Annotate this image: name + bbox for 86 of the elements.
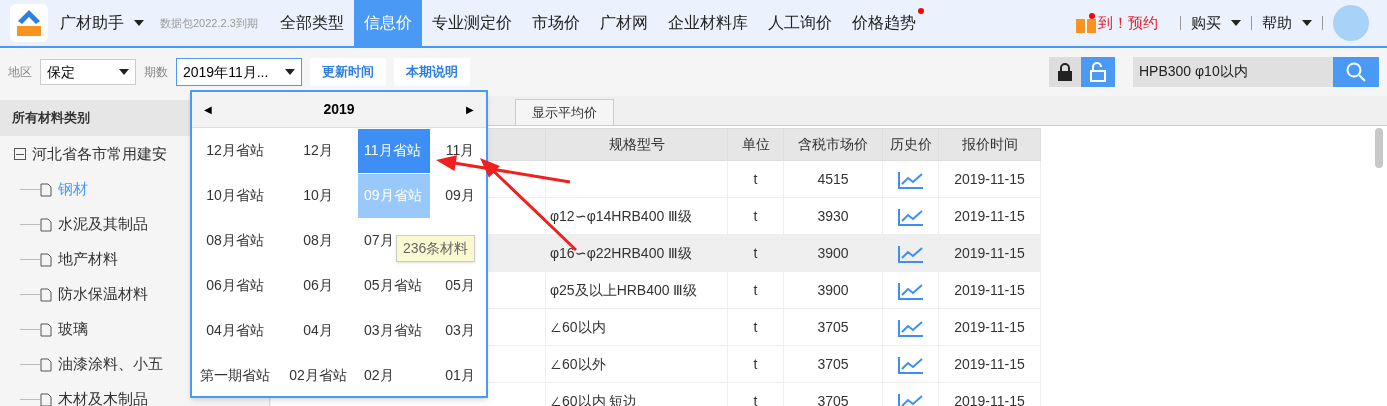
- scrollbar-thumb[interactable]: [1375, 128, 1383, 168]
- table-cell: 2019-11-15: [938, 160, 1041, 198]
- region-label: 地区: [8, 64, 32, 81]
- line-chart-icon[interactable]: [897, 318, 924, 337]
- nav-tab[interactable]: 广材网: [589, 0, 658, 46]
- table-cell: 3930: [783, 197, 883, 235]
- document-icon: [40, 217, 52, 232]
- table-cell: φ25及以上HRB400 Ⅲ级: [545, 271, 728, 309]
- search-icon: [1346, 62, 1366, 82]
- caret-icon: [1302, 20, 1312, 26]
- document-icon: [40, 322, 52, 337]
- document-icon: [40, 182, 52, 197]
- table-cell: 3900: [783, 234, 883, 272]
- tree-item[interactable]: 防水保温材料: [58, 283, 148, 306]
- app-name[interactable]: 广材助手: [60, 11, 124, 35]
- promo-text[interactable]: 到！预约: [1098, 11, 1170, 35]
- table-cell: 3705: [783, 345, 883, 383]
- table-cell: 4515: [783, 160, 883, 198]
- line-chart-icon[interactable]: [897, 207, 924, 226]
- table-cell: 2019-11-15: [938, 234, 1041, 272]
- table-cell: 2019-11-15: [938, 308, 1041, 346]
- unlock-icon: [1089, 62, 1107, 82]
- nav-tab[interactable]: 专业测定价: [421, 0, 522, 46]
- lock-icon: [1057, 62, 1073, 82]
- table-cell: 2019-11-15: [938, 345, 1041, 383]
- column-header: 规格型号: [545, 128, 728, 161]
- tree-item[interactable]: 地产材料: [58, 248, 118, 271]
- collapse-icon[interactable]: [14, 148, 26, 160]
- nav-tab[interactable]: 全部类型: [269, 0, 354, 46]
- document-icon: [40, 357, 52, 372]
- caret-icon: [134, 20, 144, 26]
- menu-button[interactable]: 帮助: [1262, 11, 1312, 35]
- table-cell: ∠60以内: [545, 308, 728, 346]
- line-chart-icon[interactable]: [897, 355, 924, 374]
- region-select[interactable]: 保定: [40, 59, 136, 85]
- document-icon: [40, 287, 52, 302]
- column-header: 含税市场价: [783, 128, 883, 161]
- year-label: 2019: [323, 100, 355, 119]
- table-cell: t: [727, 345, 784, 383]
- tree-item[interactable]: 水泥及其制品: [58, 213, 148, 236]
- table-cell: ∠60以外: [545, 345, 728, 383]
- caret-icon: [119, 69, 129, 75]
- tree-item[interactable]: 玻璃: [58, 318, 88, 341]
- line-chart-icon[interactable]: [897, 170, 924, 189]
- caret-icon: [1231, 20, 1241, 26]
- table-cell: t: [727, 271, 784, 309]
- line-chart-icon[interactable]: [897, 392, 924, 406]
- tree-item[interactable]: 木材及木制品: [58, 388, 148, 406]
- table-cell: t: [727, 197, 784, 235]
- document-icon: [40, 392, 52, 406]
- search-field[interactable]: HPB300 φ10以内: [1133, 57, 1333, 87]
- document-icon: [40, 252, 52, 267]
- expiry-text: 数据包2022.2.3到期: [160, 15, 258, 31]
- table-cell: t: [727, 234, 784, 272]
- line-chart-icon[interactable]: [897, 281, 924, 300]
- lock-toggle-option[interactable]: [1081, 57, 1115, 87]
- tooltip: 236条材料: [396, 235, 476, 262]
- table-cell: 3900: [783, 271, 883, 309]
- average-price-tab[interactable]: 显示平均价: [515, 99, 614, 125]
- nav-tab[interactable]: 人工询价: [757, 0, 842, 46]
- column-header: 报价时间: [938, 128, 1041, 161]
- lock-toggle-option[interactable]: [1049, 57, 1081, 87]
- period-label: 期数: [144, 64, 168, 81]
- next-year-button[interactable]: ▶: [466, 102, 474, 117]
- tree-item[interactable]: 河北省各市常用建安: [32, 142, 167, 166]
- table-cell: 3705: [783, 308, 883, 346]
- app-logo-icon: [10, 4, 48, 42]
- search-button[interactable]: [1333, 57, 1379, 87]
- table-cell: 2019-11-15: [938, 271, 1041, 309]
- caret-icon: [285, 69, 295, 75]
- line-chart-icon[interactable]: [897, 244, 924, 263]
- nav-tab[interactable]: 企业材料库: [657, 0, 758, 46]
- table-cell: t: [727, 308, 784, 346]
- table-cell: 2019-11-15: [938, 197, 1041, 235]
- nav-tab[interactable]: 价格趋势: [841, 0, 926, 46]
- period-select[interactable]: 2019年11月...: [176, 58, 302, 86]
- toolbar-button[interactable]: 本期说明: [394, 58, 470, 86]
- gift-icon: [1074, 11, 1098, 35]
- menu-button[interactable]: 购买: [1191, 11, 1241, 35]
- column-header: 历史价: [882, 128, 939, 161]
- tree-item[interactable]: 油漆涂料、小五: [58, 353, 163, 376]
- toolbar-button[interactable]: 更新时间: [310, 58, 386, 86]
- nav-tab[interactable]: 市场价: [521, 0, 590, 46]
- previous-year-button[interactable]: ◀: [204, 102, 212, 117]
- column-header: 单位: [727, 128, 784, 161]
- table-cell: t: [727, 160, 784, 198]
